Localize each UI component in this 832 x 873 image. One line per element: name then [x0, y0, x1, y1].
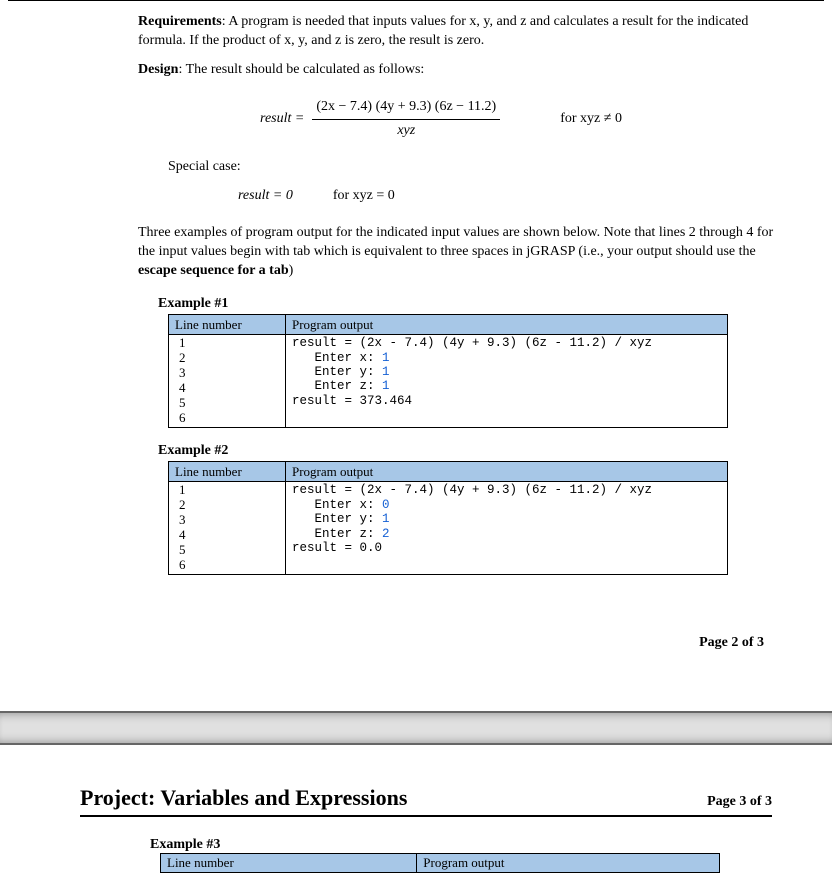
special-case-label: Special case: [168, 158, 784, 177]
ex2-l4a: Enter z: [292, 527, 382, 541]
ex2-l5: result = 0.0 [292, 541, 382, 555]
formula-lhs: result = [260, 110, 304, 129]
table-row: 1 2 3 4 5 6 result = (2x - 7.4) (4y + 9.… [169, 482, 728, 575]
ex2-l2a: Enter x: [292, 498, 382, 512]
requirements-label: Requirements [138, 14, 222, 29]
examples-intro: Three examples of program output for the… [138, 224, 784, 281]
examples-intro-bold: escape sequence for a tab [138, 263, 289, 278]
requirements-paragraph: Requirements: A program is needed that i… [138, 13, 784, 51]
example-1-title: Example #1 [158, 295, 784, 314]
ex2-l3b: 1 [382, 512, 390, 526]
page-content: Requirements: A program is needed that i… [8, 1, 824, 595]
example-3-table: Line number Program output [160, 853, 720, 873]
ex2-l2b: 0 [382, 498, 390, 512]
ex1-l5: result = 373.464 [292, 394, 412, 408]
design-text: : The result should be calculated as fol… [178, 62, 424, 77]
ex2-l3a: Enter y: [292, 512, 382, 526]
col-line-header: Line number [161, 854, 417, 873]
col-output-header: Program output [417, 854, 720, 873]
example-3-title: Example #3 [150, 837, 792, 853]
examples-intro-1: Three examples of program output for the… [138, 225, 773, 259]
page-2: Requirements: A program is needed that i… [8, 0, 824, 711]
ex1-l2a: Enter x: [292, 351, 382, 365]
ex1-output: result = (2x - 7.4) (4y + 9.3) (6z - 11.… [286, 335, 728, 428]
ex2-l1: result = (2x - 7.4) (4y + 9.3) (6z - 11.… [292, 483, 652, 497]
ex1-l3b: 1 [382, 365, 390, 379]
design-label: Design [138, 62, 178, 77]
project-header: Project: Variables and Expressions Page … [80, 785, 772, 817]
page-break [0, 711, 832, 745]
col-line-header: Line number [169, 314, 286, 335]
ex1-l4b: 1 [382, 379, 390, 393]
ex1-l1: result = (2x - 7.4) (4y + 9.3) (6z - 11.… [292, 336, 652, 350]
ex1-l4a: Enter z: [292, 379, 382, 393]
example-1-table: Line number Program output 1 2 3 4 5 6 r… [168, 314, 728, 428]
col-output-header: Program output [286, 461, 728, 482]
ex2-line-numbers: 1 2 3 4 5 6 [169, 482, 286, 575]
special-case-lhs: result = 0 [238, 187, 293, 206]
table-header-row: Line number Program output [161, 854, 720, 873]
example-2-title: Example #2 [158, 442, 784, 461]
table-row: 1 2 3 4 5 6 result = (2x - 7.4) (4y + 9.… [169, 335, 728, 428]
ex1-line-numbers: 1 2 3 4 5 6 [169, 335, 286, 428]
page-3: Project: Variables and Expressions Page … [0, 745, 832, 873]
project-title: Project: Variables and Expressions [80, 785, 407, 811]
examples-intro-2: ) [289, 263, 294, 278]
formula-condition: for xyz ≠ 0 [560, 110, 622, 129]
table-header-row: Line number Program output [169, 461, 728, 482]
ex1-l3a: Enter y: [292, 365, 382, 379]
page-3-label: Page 3 of 3 [707, 794, 772, 810]
main-formula: result = (2x − 7.4) (4y + 9.3) (6z − 11.… [98, 98, 784, 141]
example-2-table: Line number Program output 1 2 3 4 5 6 r… [168, 461, 728, 575]
col-line-header: Line number [169, 461, 286, 482]
requirements-text: : A program is needed that inputs values… [138, 14, 748, 48]
ex1-l2b: 1 [382, 351, 390, 365]
ex2-output: result = (2x - 7.4) (4y + 9.3) (6z - 11.… [286, 482, 728, 575]
special-case-formula: result = 0 for xyz = 0 [238, 187, 784, 206]
formula-fraction: (2x − 7.4) (4y + 9.3) (6z − 11.2) xyz [312, 98, 500, 141]
page-2-footer: Page 2 of 3 [8, 595, 824, 711]
formula-numerator: (2x − 7.4) (4y + 9.3) (6z − 11.2) [312, 98, 500, 120]
col-output-header: Program output [286, 314, 728, 335]
formula-equation: result = (2x − 7.4) (4y + 9.3) (6z − 11.… [260, 98, 500, 141]
formula-denominator: xyz [397, 120, 415, 141]
special-case-condition: for xyz = 0 [333, 187, 395, 206]
ex2-l4b: 2 [382, 527, 390, 541]
design-paragraph: Design: The result should be calculated … [138, 61, 784, 80]
table-header-row: Line number Program output [169, 314, 728, 335]
